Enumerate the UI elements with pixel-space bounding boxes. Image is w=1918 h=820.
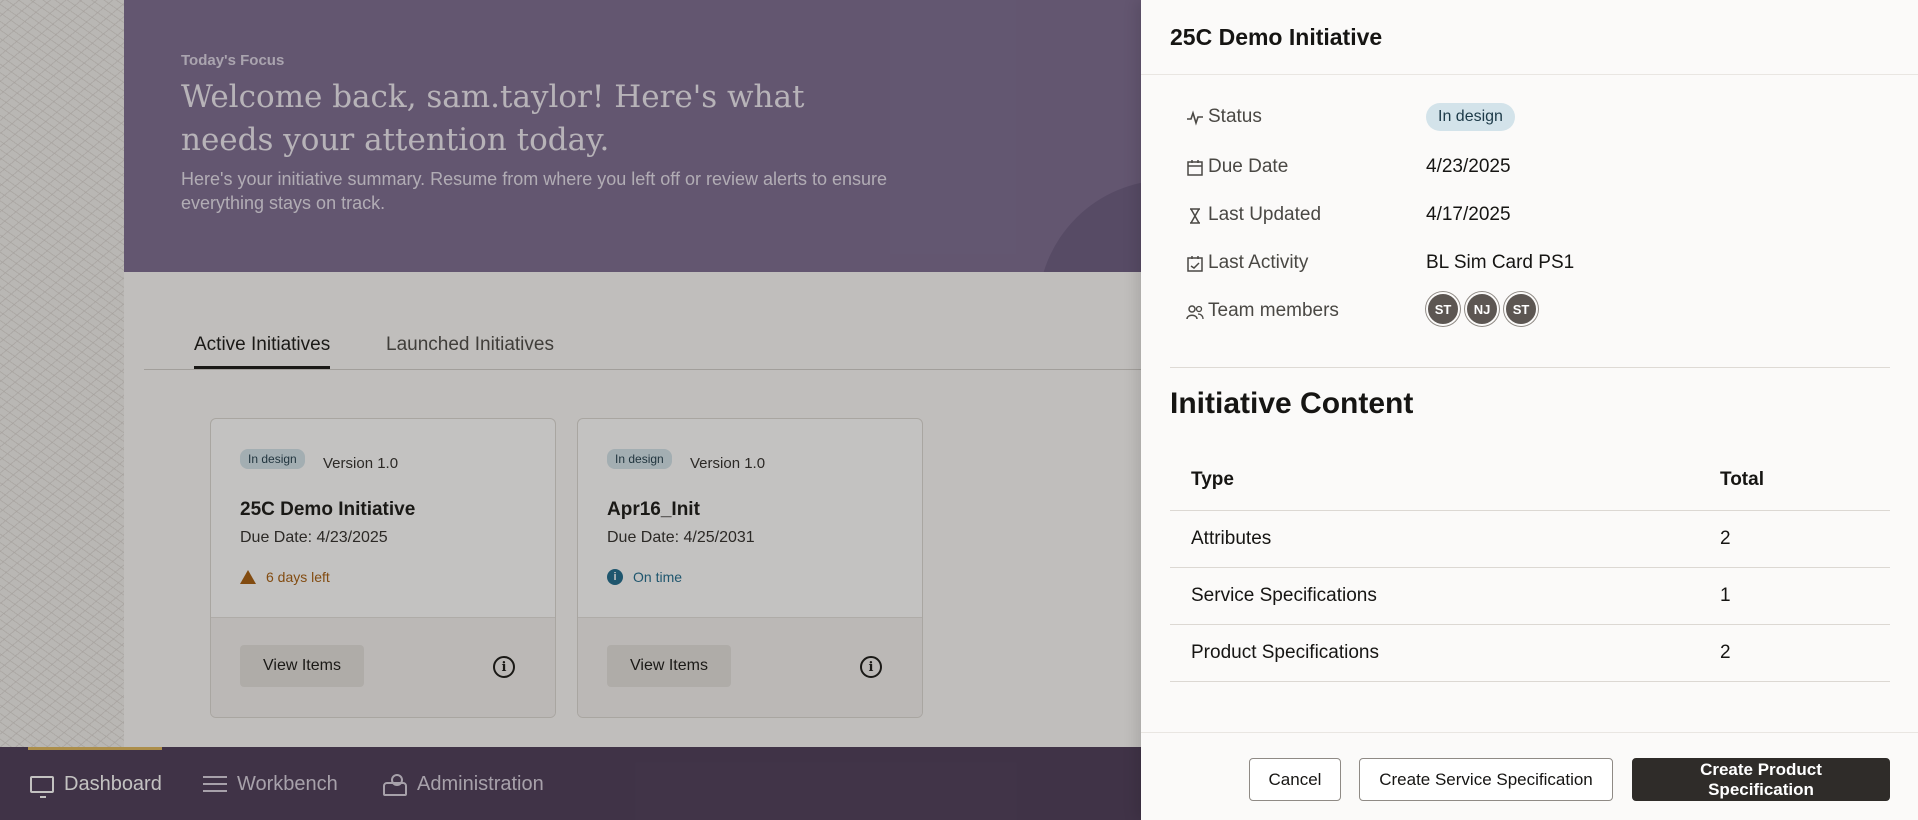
last-updated-value: 4/17/2025: [1426, 204, 1511, 225]
drawer-header: 25C Demo Initiative: [1141, 0, 1918, 75]
status-badge: In design: [1426, 103, 1515, 131]
due-date-label: Due Date: [1186, 156, 1288, 178]
drawer-title: 25C Demo Initiative: [1170, 24, 1383, 50]
modal-overlay[interactable]: [0, 0, 1141, 820]
create-product-specification-button[interactable]: Create Product Specification: [1632, 758, 1890, 801]
avatar[interactable]: ST: [1426, 292, 1460, 326]
table-cell-type: Attributes: [1170, 510, 1720, 568]
people-icon: [1186, 303, 1204, 320]
table-header-row: Type Total: [1170, 450, 1890, 511]
avatar[interactable]: NJ: [1465, 292, 1499, 326]
last-updated-label-text: Last Updated: [1208, 204, 1322, 225]
avatar[interactable]: ST: [1504, 292, 1538, 326]
calendar-check-icon: [1186, 255, 1203, 272]
table-row: Product Specifications 2: [1170, 624, 1890, 682]
status-label: Status: [1186, 106, 1262, 128]
due-date-value: 4/23/2025: [1426, 156, 1511, 177]
last-updated-label: Last Updated: [1186, 204, 1321, 226]
initiative-drawer: 25C Demo Initiative Status In design Due…: [1141, 0, 1918, 820]
table-cell-total: 1: [1720, 567, 1890, 625]
last-activity-label: Last Activity: [1186, 252, 1308, 274]
calendar-icon: [1186, 159, 1203, 176]
team-members-label-text: Team members: [1208, 300, 1339, 321]
detail-row-last-updated: Last Updated 4/17/2025: [1186, 198, 1886, 232]
table-cell-total: 2: [1720, 624, 1890, 682]
table-cell-total: 2: [1720, 510, 1890, 568]
initiative-content-table: Type Total Attributes 2 Service Specific…: [1170, 450, 1890, 682]
due-date-label-text: Due Date: [1208, 156, 1289, 177]
last-activity-label-text: Last Activity: [1208, 252, 1309, 273]
cancel-button[interactable]: Cancel: [1249, 758, 1341, 801]
table-cell-type: Product Specifications: [1170, 624, 1720, 682]
create-service-specification-button[interactable]: Create Service Specification: [1359, 758, 1613, 801]
last-activity-value: BL Sim Card PS1: [1426, 252, 1575, 273]
table-cell-type: Service Specifications: [1170, 567, 1720, 625]
section-divider: [1170, 367, 1890, 368]
team-avatars: ST NJ ST: [1426, 292, 1538, 326]
status-label-text: Status: [1208, 106, 1262, 127]
table-row: Attributes 2: [1170, 510, 1890, 568]
detail-row-last-activity: Last Activity BL Sim Card PS1: [1186, 246, 1886, 280]
activity-pulse-icon: [1186, 109, 1203, 126]
hourglass-icon: [1186, 207, 1202, 224]
initiative-content-heading: Initiative Content: [1170, 387, 1414, 420]
table-row: Service Specifications 1: [1170, 567, 1890, 625]
column-header-type: Type: [1170, 450, 1720, 511]
column-header-total: Total: [1720, 450, 1890, 511]
drawer-footer: Cancel Create Service Specification Crea…: [1141, 732, 1918, 820]
team-members-label: Team members: [1186, 300, 1339, 322]
detail-row-due-date: Due Date 4/23/2025: [1186, 150, 1886, 184]
detail-row-status: Status In design: [1186, 100, 1886, 134]
detail-row-team: Team members ST NJ ST: [1186, 292, 1886, 328]
